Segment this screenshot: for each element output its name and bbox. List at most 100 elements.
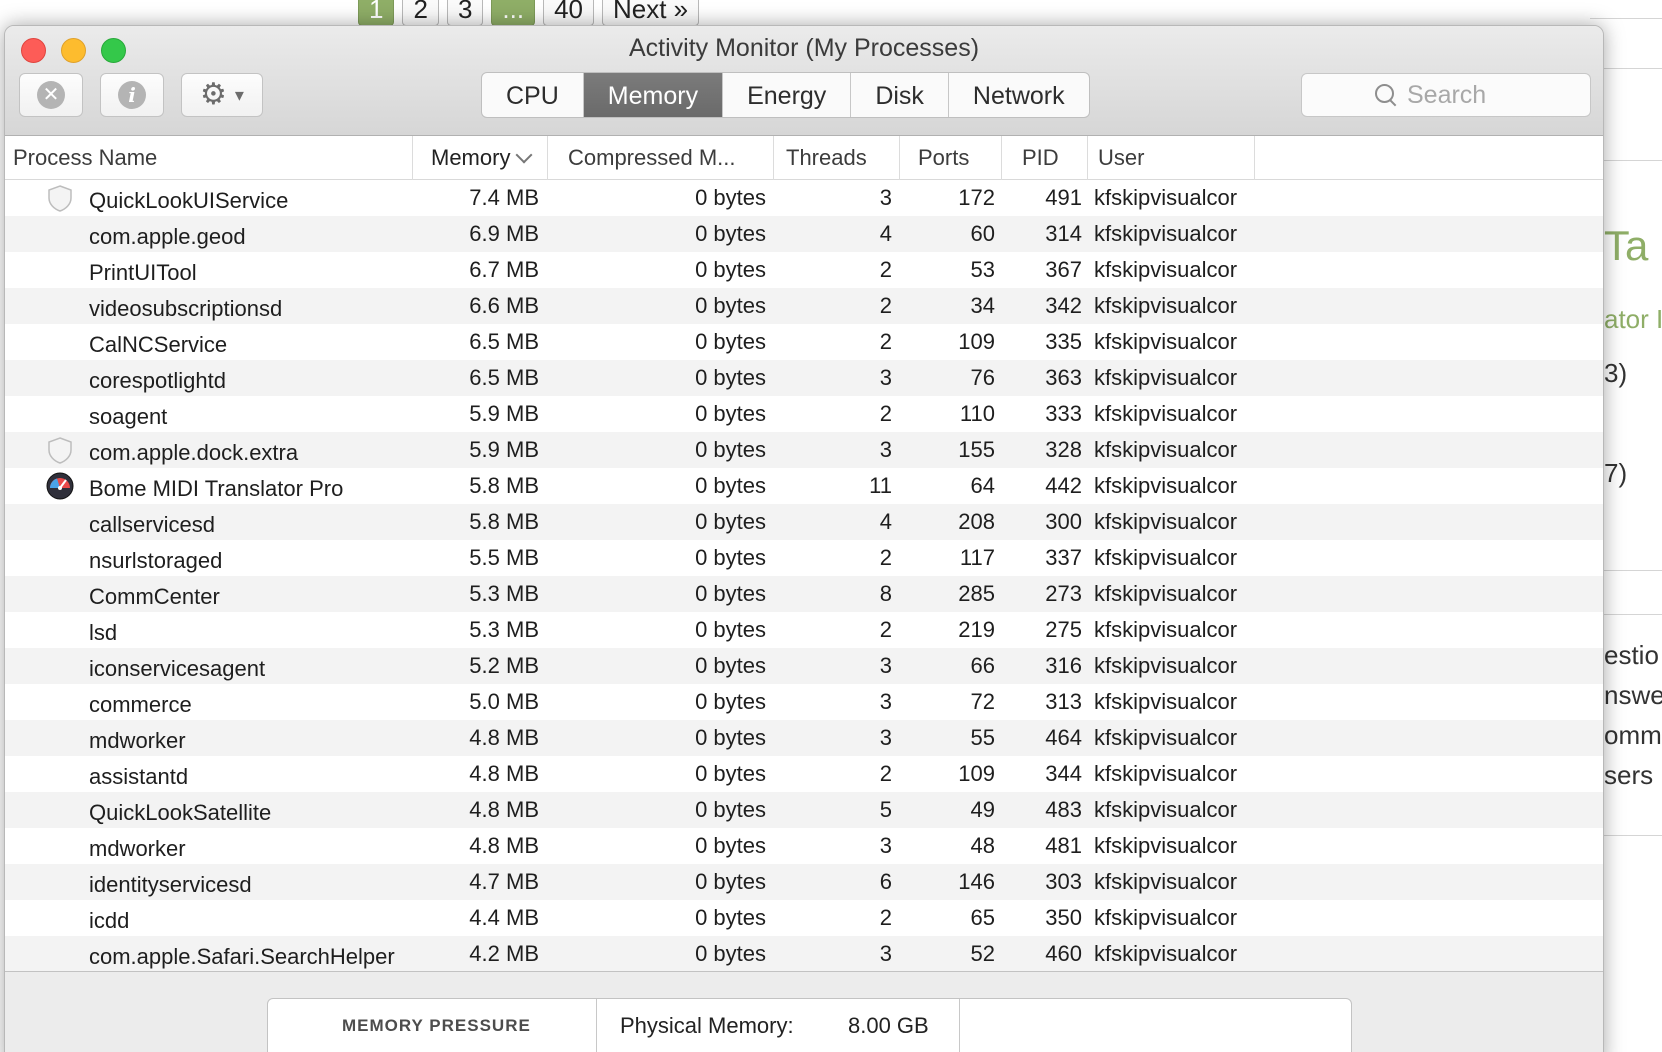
bg-nav-snippet[interactable]: omm bbox=[1604, 720, 1662, 751]
page-1-button[interactable]: 1 bbox=[358, 0, 395, 26]
column-header-ports[interactable]: Ports bbox=[900, 136, 1002, 180]
cell-memory: 5.9 MB bbox=[469, 437, 539, 462]
cell-pid: 335 bbox=[1045, 329, 1082, 354]
cell-name: callservicesd bbox=[89, 512, 215, 537]
tab-disk[interactable]: Disk bbox=[851, 73, 949, 117]
cell-user: kfskipvisualcor bbox=[1094, 401, 1238, 426]
cell-pid: 367 bbox=[1045, 257, 1082, 282]
table-row[interactable]: PrintUITool 6.7 MB 0 bytes 2 53 367 kfskipvisu… bbox=[5, 252, 1603, 288]
table-row[interactable]: callservicesd 5.8 MB 0 bytes 4 208 300 kfskipv… bbox=[5, 504, 1603, 540]
table-row[interactable]: nsurlstoraged 5.5 MB 0 bytes 2 117 337 kfskipv… bbox=[5, 540, 1603, 576]
table-row[interactable]: CommCenter 5.3 MB 0 bytes 8 285 273 kfskipvisu… bbox=[5, 576, 1603, 612]
cell-memory: 6.9 MB bbox=[469, 221, 539, 246]
tab-energy[interactable]: Energy bbox=[723, 73, 852, 117]
column-header-threads[interactable]: Threads bbox=[774, 136, 900, 180]
inspect-process-button[interactable]: i bbox=[100, 73, 164, 117]
cell-compressed: 0 bytes bbox=[695, 545, 766, 570]
table-row[interactable]: corespotlightd 6.5 MB 0 bytes 3 76 363 kfskipv… bbox=[5, 360, 1603, 396]
table-row[interactable]: iconservicesagent 5.2 MB 0 bytes 3 66 316 kfsk… bbox=[5, 648, 1603, 684]
table-row[interactable]: mdworker 4.8 MB 0 bytes 3 48 481 kfskipvisualc… bbox=[5, 828, 1603, 864]
bg-nav-snippet[interactable]: nswe bbox=[1604, 680, 1662, 711]
cell-pid: 350 bbox=[1045, 905, 1082, 930]
column-header-user[interactable]: User bbox=[1088, 136, 1255, 180]
cell-pid: 344 bbox=[1045, 761, 1082, 786]
cell-compressed: 0 bytes bbox=[695, 509, 766, 534]
gauge-app-icon bbox=[45, 471, 75, 501]
table-row[interactable]: commerce 5.0 MB 0 bytes 3 72 313 kfskipvisualc… bbox=[5, 684, 1603, 720]
action-menu-button[interactable]: ⚙ ▾ bbox=[181, 73, 263, 117]
cell-threads: 2 bbox=[879, 401, 892, 426]
table-row[interactable]: QuickLookUIService 7.4 MB 0 bytes 3 172 491 kf… bbox=[5, 180, 1603, 216]
cell-name: mdworker bbox=[89, 728, 186, 753]
page-40-button[interactable]: 40 bbox=[543, 0, 594, 26]
cell-ports: 219 bbox=[958, 617, 995, 642]
cell-compressed: 0 bytes bbox=[695, 473, 766, 498]
stop-process-button[interactable]: ✕ bbox=[19, 73, 83, 117]
table-row[interactable]: CalNCService 6.5 MB 0 bytes 2 109 335 kfskipvi… bbox=[5, 324, 1603, 360]
column-header-memory[interactable]: Memory bbox=[413, 136, 548, 180]
tab-memory[interactable]: Memory bbox=[583, 73, 724, 117]
table-row[interactable]: soagent 5.9 MB 0 bytes 2 110 333 kfskipvisualc… bbox=[5, 396, 1603, 432]
cell-memory: 4.7 MB bbox=[469, 869, 539, 894]
cell-memory: 5.5 MB bbox=[469, 545, 539, 570]
cell-memory: 5.8 MB bbox=[469, 509, 539, 534]
cell-name: CommCenter bbox=[89, 584, 220, 609]
cell-pid: 333 bbox=[1045, 401, 1082, 426]
table-row[interactable]: com.apple.dock.extra 5.9 MB 0 bytes 3 155 328… bbox=[5, 432, 1603, 468]
cell-ports: 109 bbox=[958, 329, 995, 354]
cell-user: kfskipvisualcor bbox=[1094, 329, 1238, 354]
cell-name: iconservicesagent bbox=[89, 656, 266, 681]
cell-ports: 55 bbox=[970, 725, 995, 750]
cell-user: kfskipvisualcor bbox=[1094, 509, 1238, 534]
cell-user: kfskipvisualcor bbox=[1094, 797, 1238, 822]
cell-user: kfskipvisualcor bbox=[1094, 941, 1238, 966]
activity-monitor-window: Activity Monitor (My Processes) ✕ i ⚙ ▾ … bbox=[4, 25, 1604, 1052]
cell-compressed: 0 bytes bbox=[695, 653, 766, 678]
table-row[interactable]: assistantd 4.8 MB 0 bytes 2 109 344 kfskipvisu… bbox=[5, 756, 1603, 792]
table-row[interactable]: identityservicesd 4.7 MB 0 bytes 6 146 303 kfs… bbox=[5, 864, 1603, 900]
cell-pid: 342 bbox=[1045, 293, 1082, 318]
table-row[interactable]: com.apple.Safari.SearchHelper 4.2 MB 0 byt… bbox=[5, 936, 1603, 971]
bg-heading-snippet: Ta bbox=[1604, 222, 1649, 269]
cell-user: kfskipvisualcor bbox=[1094, 257, 1238, 282]
tab-network[interactable]: Network bbox=[949, 73, 1089, 117]
cell-threads: 2 bbox=[879, 257, 892, 282]
cell-pid: 442 bbox=[1045, 473, 1082, 498]
cell-pid: 483 bbox=[1045, 797, 1082, 822]
memory-pressure-label: MEMORY PRESSURE bbox=[342, 1016, 531, 1035]
cell-compressed: 0 bytes bbox=[695, 221, 766, 246]
cell-compressed: 0 bytes bbox=[695, 617, 766, 642]
table-row[interactable]: Bome MIDI Translator Pro 5.8 MB 0 bytes 11 6… bbox=[5, 468, 1603, 504]
cell-memory: 4.8 MB bbox=[469, 833, 539, 858]
bg-nav-snippet[interactable]: sers bbox=[1604, 760, 1653, 791]
column-header-process-name[interactable]: Process Name bbox=[5, 136, 413, 180]
column-header-pid[interactable]: PID bbox=[1002, 136, 1088, 180]
table-row[interactable]: videosubscriptionsd 6.6 MB 0 bytes 2 34 342 kf… bbox=[5, 288, 1603, 324]
window-title: Activity Monitor (My Processes) bbox=[628, 34, 980, 62]
table-row[interactable]: lsd 5.3 MB 0 bytes 2 219 275 kfskipvisualcor bbox=[5, 612, 1603, 648]
table-row[interactable]: mdworker 4.8 MB 0 bytes 3 55 464 kfskipvisualc… bbox=[5, 720, 1603, 756]
cell-memory: 6.5 MB bbox=[469, 329, 539, 354]
column-header-compressed-memory[interactable]: Compressed M... bbox=[548, 136, 774, 180]
column-header-memory-label: Memory bbox=[431, 145, 511, 170]
table-row[interactable]: QuickLookSatellite 4.8 MB 0 bytes 5 49 483 kfs… bbox=[5, 792, 1603, 828]
table-row[interactable]: com.apple.geod 6.9 MB 0 bytes 4 60 314 kfskipv… bbox=[5, 216, 1603, 252]
bg-nav-snippet[interactable]: estio bbox=[1604, 640, 1659, 671]
cell-ports: 66 bbox=[970, 653, 995, 678]
table-row[interactable]: icdd 4.4 MB 0 bytes 2 65 350 kfskipvisualcor bbox=[5, 900, 1603, 936]
page-ellipsis: ... bbox=[491, 0, 536, 26]
search-field[interactable] bbox=[1301, 73, 1591, 117]
tab-cpu[interactable]: CPU bbox=[482, 73, 584, 117]
cell-threads: 2 bbox=[879, 617, 892, 642]
cell-name: mdworker bbox=[89, 836, 186, 861]
search-input[interactable] bbox=[1407, 80, 1517, 110]
next-page-button[interactable]: Next » bbox=[602, 0, 700, 26]
page-2-button[interactable]: 2 bbox=[402, 0, 439, 26]
table-body: QuickLookUIService 7.4 MB 0 bytes 3 172 491 kf… bbox=[5, 180, 1603, 971]
page-3-button[interactable]: 3 bbox=[446, 0, 484, 26]
cell-compressed: 0 bytes bbox=[695, 869, 766, 894]
cell-threads: 2 bbox=[879, 761, 892, 786]
cell-threads: 3 bbox=[879, 725, 892, 750]
cell-pid: 491 bbox=[1045, 185, 1082, 210]
cell-threads: 6 bbox=[879, 869, 892, 894]
